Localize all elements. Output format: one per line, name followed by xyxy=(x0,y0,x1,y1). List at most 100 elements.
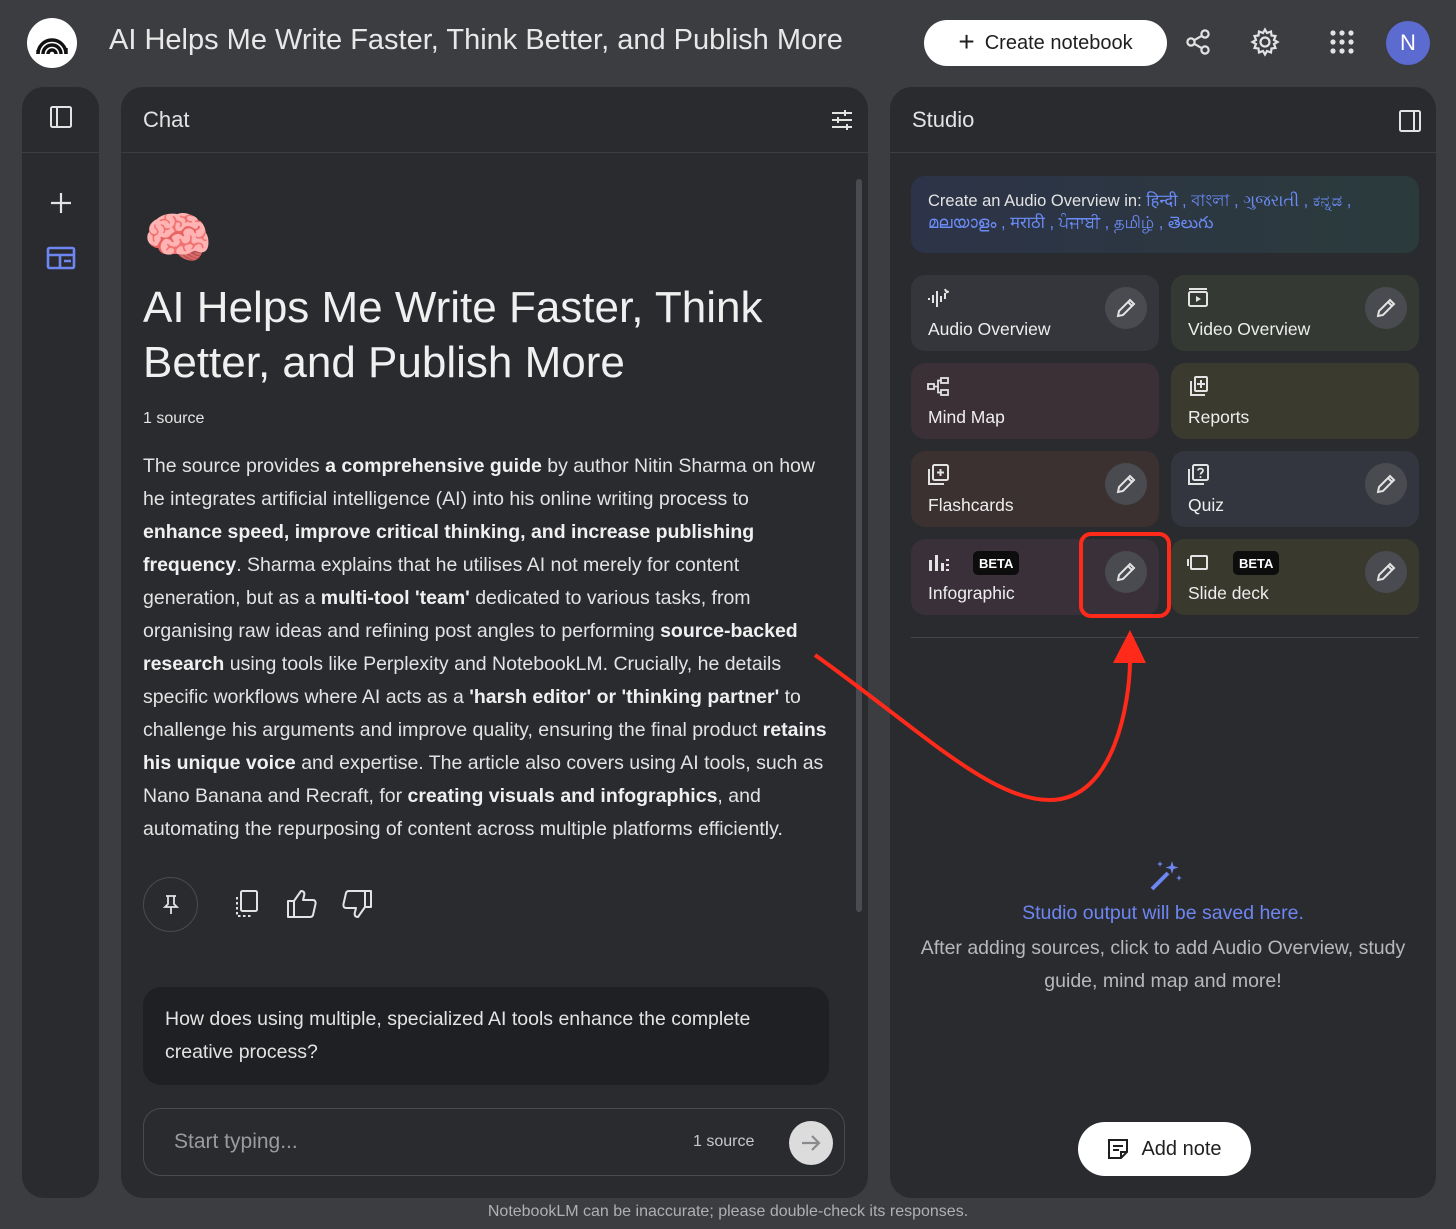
summary-text: The source provides xyxy=(143,455,326,477)
summary-bold-text: a comprehensive guide xyxy=(325,455,542,477)
studio-divider xyxy=(911,637,1419,638)
sources-rail-collapsed xyxy=(22,87,99,1198)
settings-gear-icon[interactable] xyxy=(1247,24,1283,60)
customize-edit-button[interactable] xyxy=(1105,463,1147,505)
language-link[interactable]: தமிழ் xyxy=(1114,214,1154,232)
customize-edit-button[interactable] xyxy=(1365,287,1407,329)
studio-tile-quiz[interactable]: Quiz xyxy=(1171,451,1419,527)
notebooklm-logo-icon[interactable] xyxy=(27,18,77,68)
disclaimer-footer: NotebookLM can be inaccurate; please dou… xyxy=(487,1203,969,1220)
language-link[interactable]: हिन्दी xyxy=(1146,192,1177,210)
chat-input-box: 1 source xyxy=(143,1108,845,1176)
source-count: 1 source xyxy=(143,410,205,427)
summary-bold-text: 'harsh editor' or 'thinking partner' xyxy=(469,686,780,708)
audio-banner-label: Create an Audio Overview in: xyxy=(928,192,1142,210)
notebook-title-header[interactable]: AI Helps Me Write Faster, Think Better, … xyxy=(109,24,843,57)
studio-tile-reports[interactable]: Reports xyxy=(1171,363,1419,439)
studio-tile-slide-deck[interactable]: BETA Slide deck xyxy=(1171,539,1419,615)
customize-edit-button[interactable] xyxy=(1105,287,1147,329)
magic-wand-icon xyxy=(1148,857,1184,893)
language-link[interactable]: తెలుగు xyxy=(1168,214,1214,232)
language-separator: , xyxy=(1229,192,1244,210)
mind-map-icon xyxy=(927,375,949,397)
studio-tile-mind-map[interactable]: Mind Map xyxy=(911,363,1159,439)
collapse-panel-icon[interactable] xyxy=(1398,109,1422,138)
studio-tile-label: Flashcards xyxy=(928,495,1014,515)
studio-tile-infographic[interactable]: BETA Infographic xyxy=(911,539,1159,615)
customize-edit-button[interactable] xyxy=(1365,551,1407,593)
pencil-edit-icon xyxy=(1116,298,1136,318)
chat-input[interactable] xyxy=(174,1127,654,1157)
chat-panel: Chat 🧠 AI Helps Me Write Faster, Think B… xyxy=(121,87,868,1198)
studio-tile-label: Reports xyxy=(1188,407,1250,427)
reports-icon xyxy=(1187,375,1209,397)
user-avatar[interactable]: N xyxy=(1386,21,1430,65)
pencil-edit-icon xyxy=(1376,298,1396,318)
language-link[interactable]: മലയാളം xyxy=(928,214,996,232)
source-document-icon[interactable] xyxy=(46,243,76,273)
apps-grid-icon[interactable] xyxy=(1324,24,1360,60)
language-link[interactable]: বাংলা xyxy=(1191,192,1229,210)
language-link[interactable]: ಕನ್ನಡ xyxy=(1313,192,1342,210)
studio-tile-flashcards[interactable]: Flashcards xyxy=(911,451,1159,527)
chat-scrollbar[interactable] xyxy=(856,179,862,912)
studio-tile-label: Audio Overview xyxy=(928,319,1051,339)
create-notebook-button[interactable]: + Create notebook xyxy=(924,20,1167,66)
language-separator: , xyxy=(1100,214,1114,232)
audio-overview-language-banner: Create an Audio Overview in: हिन्दी , বা… xyxy=(911,176,1419,253)
flashcards-icon xyxy=(927,463,949,485)
chat-header: Chat xyxy=(121,87,868,153)
pencil-edit-icon xyxy=(1116,562,1136,582)
studio-empty-description: After adding sources, click to add Audio… xyxy=(920,937,1406,992)
quiz-icon xyxy=(1187,463,1209,485)
studio-header: Studio xyxy=(890,87,1436,153)
note-icon xyxy=(1108,1139,1129,1159)
pencil-edit-icon xyxy=(1376,474,1396,494)
studio-tile-label: Slide deck xyxy=(1188,583,1269,603)
top-bar: AI Helps Me Write Faster, Think Better, … xyxy=(0,0,1456,86)
slide-deck-icon xyxy=(1187,551,1211,573)
studio-tile-audio-overview[interactable]: Audio Overview xyxy=(911,275,1159,351)
language-link[interactable]: ગુજરાતી xyxy=(1243,192,1299,210)
infographic-icon xyxy=(927,551,949,573)
studio-empty-title: Studio output will be saved here. xyxy=(1022,902,1304,924)
audio-waveform-icon xyxy=(927,287,951,309)
add-source-plus-icon[interactable] xyxy=(46,188,76,218)
share-icon[interactable] xyxy=(1180,24,1216,60)
studio-tile-label: Mind Map xyxy=(928,407,1005,427)
send-arrow-icon xyxy=(802,1135,821,1151)
studio-tile-label: Infographic xyxy=(928,583,1015,603)
notebook-title: AI Helps Me Write Faster, Think Better, … xyxy=(143,283,763,387)
plus-icon: + xyxy=(958,26,975,57)
beta-badge: BETA xyxy=(973,551,1020,575)
notebook-emoji: 🧠 xyxy=(143,206,213,269)
suggested-question[interactable]: How does using multiple, specialized AI … xyxy=(143,987,829,1085)
thumbs-down-icon[interactable] xyxy=(337,884,377,924)
language-link[interactable]: मराठी xyxy=(1010,214,1045,232)
add-note-button[interactable]: Add note xyxy=(1078,1122,1251,1176)
studio-title: Studio xyxy=(912,107,975,132)
chat-settings-sliders-icon[interactable] xyxy=(830,108,854,137)
pin-to-note-button[interactable] xyxy=(143,877,198,932)
language-separator: , xyxy=(1299,192,1313,210)
send-button[interactable] xyxy=(789,1121,833,1165)
copy-icon[interactable] xyxy=(226,884,266,924)
studio-tile-video-overview[interactable]: Video Overview xyxy=(1171,275,1419,351)
language-separator: , xyxy=(1342,192,1352,210)
customize-edit-button[interactable] xyxy=(1365,463,1407,505)
create-notebook-label: Create notebook xyxy=(984,31,1133,54)
language-link[interactable]: ਪੰਜਾਬੀ xyxy=(1059,214,1100,232)
language-separator: , xyxy=(1177,192,1192,210)
expand-panel-icon[interactable] xyxy=(49,105,73,134)
studio-tile-label: Video Overview xyxy=(1188,319,1311,339)
summary-bold-text: creating visuals and infographics xyxy=(407,785,718,807)
chat-title: Chat xyxy=(143,107,190,132)
notebook-summary: The source provides a comprehensive guid… xyxy=(143,450,833,846)
customize-edit-button[interactable] xyxy=(1105,551,1147,593)
studio-tile-label: Quiz xyxy=(1188,495,1224,515)
language-separator: , xyxy=(996,214,1011,232)
pencil-edit-icon xyxy=(1116,474,1136,494)
thumbs-up-icon[interactable] xyxy=(282,884,322,924)
studio-panel: Studio Create an Audio Overview in: हिन्… xyxy=(890,87,1436,1198)
input-source-count: 1 source xyxy=(693,1133,755,1150)
